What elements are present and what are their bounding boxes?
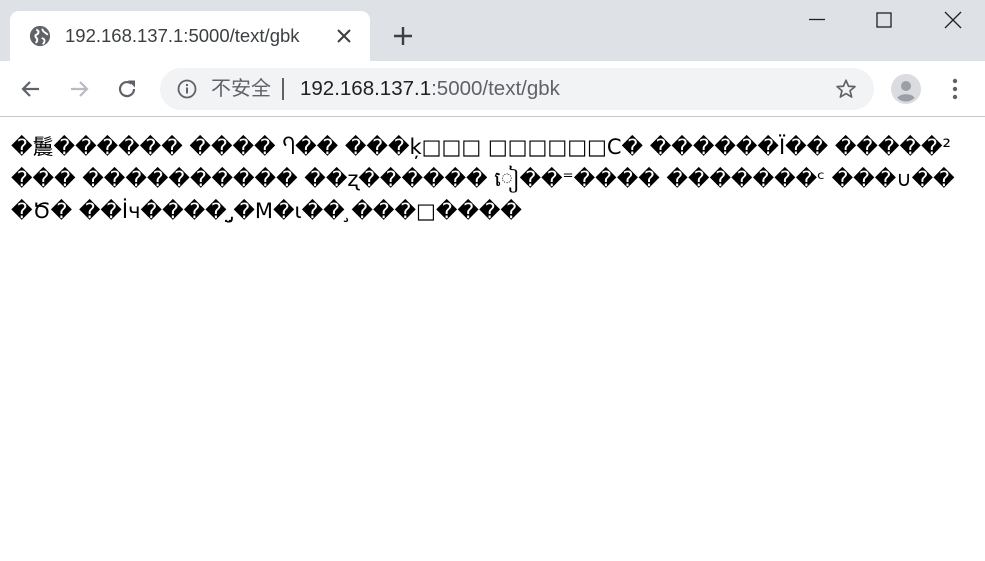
security-label[interactable]: 不安全 (211, 77, 271, 101)
security-separator (282, 78, 284, 100)
maximize-icon[interactable] (873, 9, 895, 31)
back-arrow-icon[interactable] (19, 77, 43, 101)
new-tab-plus-icon[interactable] (392, 25, 414, 47)
close-icon[interactable] (942, 9, 964, 31)
tab-title: 192.168.137.1:5000/text/gbk (65, 25, 300, 46)
profile-avatar-icon[interactable] (891, 74, 921, 104)
url-path: :5000/text/gbk (431, 77, 560, 100)
reload-icon[interactable] (115, 77, 139, 101)
more-vert-icon[interactable] (944, 77, 966, 101)
tab-strip: 192.168.137.1:5000/text/gbk (0, 0, 985, 61)
url-host: 192.168.137.1 (300, 77, 432, 100)
browser-toolbar: 不安全 192.168.137.1:5000/text/gbk (0, 61, 985, 117)
globe-icon (29, 25, 51, 47)
info-icon[interactable] (177, 79, 197, 99)
url-text[interactable]: 192.168.137.1:5000/text/gbk (300, 77, 560, 101)
minimize-icon[interactable] (806, 9, 828, 31)
forward-arrow-icon[interactable] (67, 77, 91, 101)
tab-close-icon[interactable] (336, 28, 352, 44)
page-body-text: �鬞������ ���� Ⴄ�� ���ķ□□□ □□□□□□C� �����… (11, 135, 955, 223)
address-bar[interactable]: 不安全 192.168.137.1:5000/text/gbk (160, 68, 874, 110)
tab-active[interactable]: 192.168.137.1:5000/text/gbk (10, 11, 370, 61)
star-icon[interactable] (835, 78, 857, 100)
